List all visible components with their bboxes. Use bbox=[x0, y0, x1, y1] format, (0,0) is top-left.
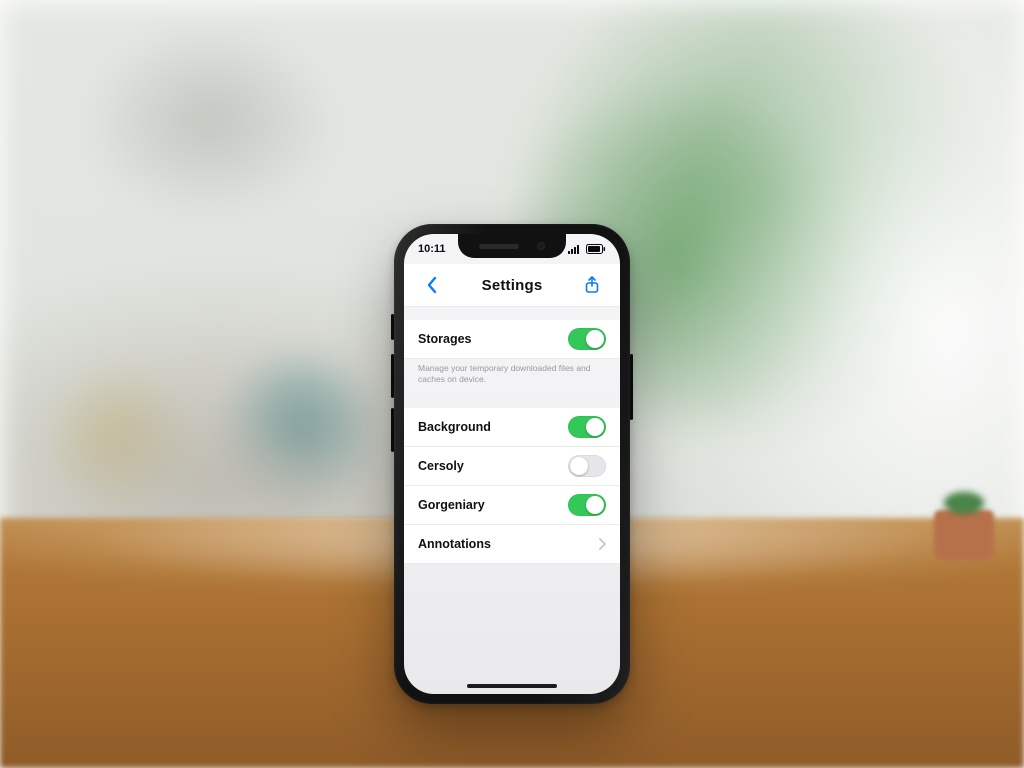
share-button[interactable] bbox=[574, 276, 610, 294]
row-label: Cersoly bbox=[418, 459, 464, 473]
chevron-left-icon bbox=[426, 276, 438, 294]
settings-group-2: Background Cersoly Gorgeniary bbox=[404, 408, 620, 564]
toggle-cersoly[interactable] bbox=[568, 455, 606, 477]
volume-up-button bbox=[391, 354, 394, 398]
plant-pot bbox=[934, 510, 994, 560]
settings-content[interactable]: Storages Manage your temporary downloade… bbox=[404, 306, 620, 694]
row-storages-footer: Manage your temporary downloaded files a… bbox=[404, 359, 620, 394]
row-label: Gorgeniary bbox=[418, 498, 485, 512]
earpiece-speaker bbox=[479, 244, 519, 249]
status-time: 10:11 bbox=[418, 243, 446, 255]
status-right-cluster bbox=[568, 244, 606, 254]
mute-switch bbox=[391, 314, 394, 340]
row-storages[interactable]: Storages bbox=[404, 320, 620, 359]
row-gorgeniary[interactable]: Gorgeniary bbox=[404, 486, 620, 525]
page-title: Settings bbox=[482, 277, 543, 294]
power-button bbox=[630, 354, 633, 420]
back-button[interactable] bbox=[414, 276, 450, 294]
phone-screen: 10:11 bbox=[404, 234, 620, 694]
chevron-right-icon bbox=[598, 538, 606, 550]
row-label: Annotations bbox=[418, 537, 491, 551]
share-icon bbox=[584, 276, 600, 294]
display-notch bbox=[458, 234, 566, 258]
battery-icon bbox=[586, 244, 606, 254]
row-label: Storages bbox=[418, 332, 472, 346]
settings-group-1: Storages bbox=[404, 320, 620, 359]
row-cersoly[interactable]: Cersoly bbox=[404, 447, 620, 486]
toggle-gorgeniary[interactable] bbox=[568, 494, 606, 516]
row-background[interactable]: Background bbox=[404, 408, 620, 447]
cellular-signal-icon bbox=[568, 244, 582, 254]
row-annotations[interactable]: Annotations bbox=[404, 525, 620, 564]
navigation-bar: Settings bbox=[404, 264, 620, 307]
home-indicator[interactable] bbox=[467, 684, 557, 688]
volume-down-button bbox=[391, 408, 394, 452]
toggle-storages[interactable] bbox=[568, 328, 606, 350]
row-label: Background bbox=[418, 420, 491, 434]
front-camera bbox=[537, 242, 545, 250]
smartphone-device: 10:11 bbox=[394, 224, 630, 704]
toggle-background[interactable] bbox=[568, 416, 606, 438]
